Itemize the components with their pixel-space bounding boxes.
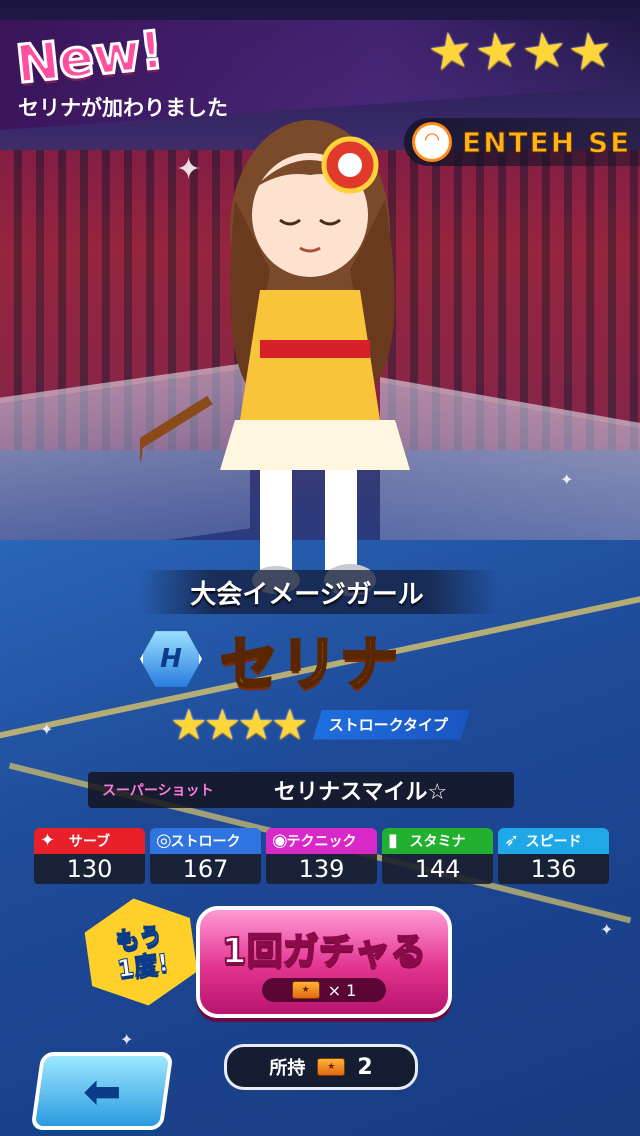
sparkle-icon: ✦ [600, 920, 614, 939]
stat-stroke-header: ◎ ストローク [150, 828, 261, 854]
stat-stroke: ◎ ストローク 167 [150, 828, 261, 884]
stat-serve-header: ✦ サーブ [34, 828, 145, 854]
stats-panel: ✦ サーブ 130 ◎ ストローク 167 ◉ テクニック 139 ▮ スタミナ [34, 828, 610, 884]
star-icon: ★ [237, 700, 275, 749]
stat-value: 144 [382, 854, 493, 884]
character-name-row: H セリナ [140, 624, 400, 700]
star-icon: ★ [471, 19, 524, 83]
sparkle-icon: ✦ [560, 470, 574, 489]
gacha-cost-value: × 1 [327, 980, 357, 1000]
gacha-again-button[interactable]: 1回ガチャる ★ × 1 [196, 906, 452, 1018]
bottle-icon: ▮ [388, 830, 398, 851]
character-illustration [140, 120, 410, 596]
sparkle-icon: ✦ [40, 720, 54, 739]
stat-label: ストローク [170, 834, 241, 850]
racket-icon: ◎ [156, 830, 172, 851]
banner-message: セリナが加わりました [18, 96, 228, 120]
stat-label: スタミナ [409, 834, 466, 850]
gacha-cost: ★ × 1 [262, 978, 386, 1002]
technique-icon: ◉ [272, 830, 288, 851]
star-icon: ★ [170, 700, 208, 749]
ticket-icon: ★ [317, 1058, 346, 1076]
stat-value: 130 [34, 854, 145, 884]
owned-tickets: 所持 ★ 2 [224, 1044, 418, 1090]
character-name: セリナ [218, 629, 401, 700]
stat-serve: ✦ サーブ 130 [34, 828, 145, 884]
character-type-tag: ストロークタイプ [312, 709, 471, 740]
shoe-icon: ➶ [504, 830, 520, 851]
sparkle-icon: ✦ [120, 1030, 134, 1049]
back-button[interactable]: ⬅ [30, 1052, 174, 1130]
stat-value: 136 [498, 854, 609, 884]
stat-label: テクニック [286, 834, 357, 850]
ticket-icon: ★ [291, 981, 320, 999]
stat-speed-header: ➶ スピード [498, 828, 609, 854]
star-icon: ★ [424, 19, 477, 83]
character-subtitle: 大会イメージガール [190, 580, 424, 610]
event-logo-text: ENTEH SE [461, 125, 632, 159]
character-star-rating: ★ ★ ★ ★ ストロークタイプ [170, 700, 471, 749]
stat-technique-header: ◉ テクニック [266, 828, 377, 854]
super-shot-bar: スーパーショット セリナスマイル☆ [88, 772, 514, 808]
owned-count: 2 [357, 1054, 373, 1080]
star-icon: ★ [270, 700, 309, 749]
stat-label: サーブ [68, 834, 111, 850]
banner-star-rating: ★ ★ ★ ★ [424, 19, 617, 83]
stat-technique: ◉ テクニック 139 [266, 828, 377, 884]
star-icon: ★ [564, 19, 618, 83]
super-shot-name: セリナスマイル☆ [274, 780, 448, 805]
stat-stamina: ▮ スタミナ 144 [382, 828, 493, 884]
rarity-badge: H [140, 631, 202, 687]
stat-value: 167 [150, 854, 261, 884]
stat-stamina-header: ▮ スタミナ [382, 828, 493, 854]
event-logo: ◠ ENTEH SE [404, 118, 640, 166]
tennis-ball-icon: ◠ [412, 122, 452, 162]
gacha-button-label: 1回ガチャる [221, 930, 428, 973]
star-icon: ★ [203, 700, 242, 749]
star-icon: ★ [517, 19, 571, 83]
super-shot-label: スーパーショット [102, 783, 214, 799]
gacha-result-scene: ✦ ✦ ✦ ✦ ✦ New! セリナが加わりました ★ ★ ★ ★ ◠ ENTE… [0, 0, 640, 1136]
back-arrow-icon: ⬅ [82, 1064, 122, 1118]
owned-label: 所持 [269, 1058, 306, 1079]
serve-icon: ✦ [40, 830, 56, 851]
stat-label: スピード [525, 834, 582, 850]
one-more-line2: 1度! [115, 948, 171, 984]
stat-speed: ➶ スピード 136 [498, 828, 609, 884]
stat-value: 139 [266, 854, 377, 884]
one-more-text: もう 1度! [97, 919, 184, 986]
